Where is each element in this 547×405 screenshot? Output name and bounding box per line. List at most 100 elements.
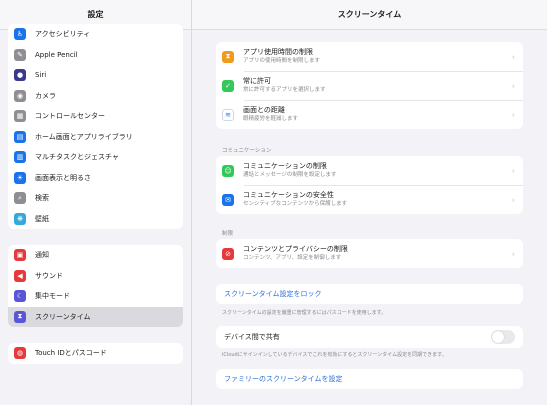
- chevron-right-icon: ›: [511, 81, 515, 90]
- always-allowed-row[interactable]: ✓ 常に許可 常に許可するアプリを選択します ›: [216, 71, 523, 100]
- lock-settings-card: スクリーンタイム設定をロック: [216, 284, 523, 304]
- row-title: コミュニケーションの安全性: [243, 191, 334, 199]
- sidebar-item-touch-id[interactable]: ◍ Touch IDとパスコード: [8, 343, 183, 364]
- share-note: iCloudにサインインしているデバイスでこれを有効にするとスクリーンタイム設定…: [222, 352, 447, 358]
- search-icon: ⌕: [14, 192, 26, 205]
- sidebar-item-label: 画面表示と明るさ: [35, 173, 91, 182]
- family-screen-time-link[interactable]: ファミリーのスクリーンタイムを設定: [216, 369, 523, 389]
- screen-time-options-card: ⧗ アプリ使用時間の制限 アプリの使用時間を制限します › ✓ 常に許可 常に許…: [216, 42, 523, 129]
- screen-distance-row[interactable]: ≋ 画面との距離 眼精疲労を軽減します ›: [216, 100, 523, 129]
- chevron-right-icon: ›: [511, 195, 515, 204]
- row-subtitle: コンテンツ、アプリ、設定を制御します: [243, 255, 342, 261]
- sidebar-item-focus[interactable]: ☾ 集中モード: [8, 286, 183, 307]
- sidebar-item-siri[interactable]: ● Siri: [8, 65, 183, 86]
- control-center-icon: ▦: [14, 110, 26, 123]
- sidebar-item-home-screen[interactable]: ▤ ホーム画面とアプリライブラリ: [8, 127, 183, 148]
- chevron-right-icon: ›: [511, 52, 515, 61]
- family-screen-time-label: ファミリーのスクリーンタイムを設定: [224, 375, 343, 383]
- sidebar-item-label: Siri: [35, 71, 47, 80]
- share-across-devices-row: デバイス間で共有: [216, 326, 523, 348]
- touch-id-icon: ◍: [14, 347, 26, 360]
- camera-icon: ◉: [14, 89, 26, 102]
- row-title: コミュニケーションの制限: [243, 162, 327, 170]
- sidebar-group-2: ▣ 通知 ◀ サウンド ☾ 集中モード ⧗ スクリーンタイム: [8, 245, 183, 327]
- pencil-icon: ✎: [14, 48, 26, 61]
- row-subtitle: 通話とメッセージの制限を設定します: [243, 172, 337, 178]
- sidebar-item-multitasking[interactable]: ▥ マルチタスクとジェスチャ: [8, 147, 183, 168]
- share-card: デバイス間で共有: [216, 326, 523, 348]
- communication-safety-row[interactable]: ✉ コミュニケーションの安全性 センシティブなコンテンツから保護します ›: [216, 185, 523, 214]
- app-limits-row[interactable]: ⧗ アプリ使用時間の制限 アプリの使用時間を制限します ›: [216, 42, 523, 71]
- row-subtitle: 常に許可するアプリを選択します: [243, 87, 326, 93]
- sidebar-item-label: カメラ: [35, 91, 56, 100]
- restricted-icon: ⊘: [222, 247, 234, 260]
- sidebar-group-1: ♿ アクセシビリティ ✎ Apple Pencil ● Siri ◉ カメラ ▦…: [8, 24, 183, 229]
- row-title: 常に許可: [243, 77, 271, 85]
- hourglass-icon: ⧗: [222, 50, 234, 63]
- page-title: スクリーンタイム: [192, 0, 547, 30]
- sidebar-item-camera[interactable]: ◉ カメラ: [8, 86, 183, 107]
- notifications-icon: ▣: [14, 249, 26, 262]
- distance-icon: ≋: [222, 108, 234, 121]
- siri-icon: ●: [14, 69, 26, 82]
- chevron-right-icon: ›: [511, 166, 515, 175]
- screen-time-icon: ⧗: [14, 310, 26, 323]
- sidebar-item-screen-time[interactable]: ⧗ スクリーンタイム: [8, 306, 183, 327]
- sidebar-item-search[interactable]: ⌕ 検索: [8, 188, 183, 209]
- multitasking-icon: ▥: [14, 151, 26, 164]
- communication-section-label: コミュニケーション: [222, 148, 272, 154]
- communication-card: ☺ コミュニケーションの制限 通話とメッセージの制限を設定します › ✉ コミュ…: [216, 156, 523, 214]
- communication-limits-row[interactable]: ☺ コミュニケーションの制限 通話とメッセージの制限を設定します ›: [216, 156, 523, 185]
- sidebar: 設定 ♿ アクセシビリティ ✎ Apple Pencil ● Siri ◉ カメ…: [0, 0, 192, 405]
- sidebar-item-label: 壁紙: [35, 214, 49, 223]
- sidebar-item-label: サウンド: [35, 271, 63, 280]
- accessibility-icon: ♿: [14, 28, 26, 41]
- focus-icon: ☾: [14, 290, 26, 303]
- sidebar-item-label: 検索: [35, 194, 49, 203]
- row-title: アプリ使用時間の制限: [243, 48, 313, 56]
- content-privacy-row[interactable]: ⊘ コンテンツとプライバシーの制限 コンテンツ、アプリ、設定を制御します ›: [216, 239, 523, 268]
- lock-settings-note: スクリーンタイムの設定を厳重に管理するにはパスコードを使用します。: [222, 310, 387, 316]
- row-title: コンテンツとプライバシーの制限: [243, 245, 348, 253]
- chat-icon: ✉: [222, 193, 234, 206]
- home-screen-icon: ▤: [14, 130, 26, 143]
- row-title: 画面との距離: [243, 106, 285, 114]
- sidebar-item-label: ホーム画面とアプリライブラリ: [35, 132, 133, 141]
- sidebar-item-sound[interactable]: ◀ サウンド: [8, 266, 183, 287]
- sidebar-item-label: 通知: [35, 251, 49, 260]
- sidebar-item-control-center[interactable]: ▦ コントロールセンター: [8, 106, 183, 127]
- restrictions-section-label: 制限: [222, 231, 234, 237]
- checkmark-icon: ✓: [222, 79, 234, 92]
- sound-icon: ◀: [14, 269, 26, 282]
- chevron-right-icon: ›: [511, 249, 515, 258]
- sidebar-item-label: Touch IDとパスコード: [35, 349, 107, 358]
- brightness-icon: ☀: [14, 171, 26, 184]
- chevron-right-icon: ›: [511, 110, 515, 119]
- sidebar-item-label: Apple Pencil: [35, 50, 78, 59]
- wallpaper-icon: ❋: [14, 212, 26, 225]
- row-subtitle: 眼精疲労を軽減します: [243, 116, 299, 122]
- sidebar-item-label: コントロールセンター: [35, 112, 105, 121]
- sidebar-group-3: ◍ Touch IDとパスコード: [8, 343, 183, 364]
- settings-window: 設定 ♿ アクセシビリティ ✎ Apple Pencil ● Siri ◉ カメ…: [0, 0, 547, 405]
- sidebar-item-accessibility[interactable]: ♿ アクセシビリティ: [8, 24, 183, 45]
- sidebar-item-display-brightness[interactable]: ☀ 画面表示と明るさ: [8, 168, 183, 189]
- restrictions-card: ⊘ コンテンツとプライバシーの制限 コンテンツ、アプリ、設定を制御します ›: [216, 239, 523, 268]
- sidebar-item-label: マルチタスクとジェスチャ: [35, 153, 119, 162]
- family-card: ファミリーのスクリーンタイムを設定: [216, 369, 523, 389]
- contacts-icon: ☺: [222, 164, 234, 177]
- row-subtitle: センシティブなコンテンツから保護します: [243, 201, 348, 207]
- main-pane: スクリーンタイム ⧗ アプリ使用時間の制限 アプリの使用時間を制限します › ✓…: [192, 0, 547, 405]
- lock-settings-label: スクリーンタイム設定をロック: [224, 290, 322, 298]
- sidebar-item-notifications[interactable]: ▣ 通知: [8, 245, 183, 266]
- sidebar-item-label: 集中モード: [35, 292, 70, 301]
- share-label: デバイス間で共有: [224, 332, 280, 341]
- row-subtitle: アプリの使用時間を制限します: [243, 58, 321, 64]
- toggle-knob: [492, 331, 504, 343]
- sidebar-item-apple-pencil[interactable]: ✎ Apple Pencil: [8, 45, 183, 66]
- lock-settings-link[interactable]: スクリーンタイム設定をロック: [216, 284, 523, 304]
- sidebar-item-label: スクリーンタイム: [35, 312, 91, 321]
- sidebar-item-wallpaper[interactable]: ❋ 壁紙: [8, 209, 183, 230]
- sidebar-item-label: アクセシビリティ: [35, 30, 91, 39]
- share-toggle[interactable]: [491, 330, 515, 344]
